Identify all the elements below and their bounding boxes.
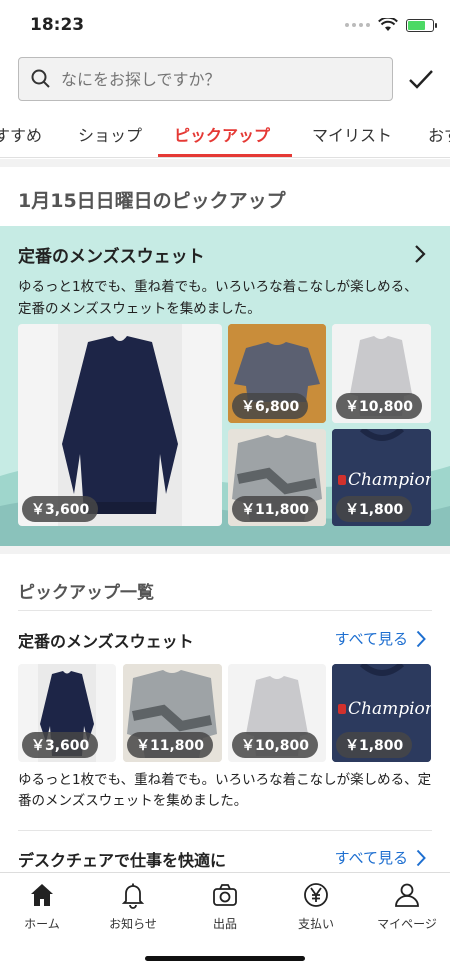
person-icon <box>395 883 419 907</box>
featured-pickup-card[interactable]: 定番のメンズスウェット ゆるっと1枚でも、重ね着でも。いろいろな着こなしが楽しめ… <box>0 226 450 546</box>
section-title: デスクチェアで仕事を快適に <box>18 851 227 870</box>
chevron-right-icon <box>416 630 426 647</box>
price-badge: ￥10,800 <box>232 732 319 758</box>
product-tile[interactable]: Champion ￥1,800 <box>332 429 431 526</box>
svg-text:Champion: Champion <box>348 470 431 490</box>
pickup-list-heading: ピックアップ一覧 <box>18 583 154 603</box>
search-input[interactable] <box>61 69 361 89</box>
tab-more[interactable]: おす <box>428 122 450 146</box>
product-tile[interactable]: Champion ￥1,800 <box>332 664 431 762</box>
wifi-icon <box>378 18 398 31</box>
search-icon <box>31 69 50 88</box>
status-bar: 18:23 <box>0 0 450 48</box>
price-badge: ￥1,800 <box>336 496 413 522</box>
price-badge: ￥3,600 <box>22 732 99 758</box>
product-tile[interactable]: ￥3,600 <box>18 324 222 526</box>
product-tile[interactable]: ￥3,600 <box>18 664 116 762</box>
tab-pickup[interactable]: ピックアップ <box>174 122 270 146</box>
tab-shop[interactable]: ショップ <box>78 122 142 146</box>
product-tile[interactable]: ￥6,800 <box>228 324 326 423</box>
see-all-link[interactable]: すべて見る <box>335 628 426 649</box>
search-bar[interactable] <box>18 57 393 101</box>
price-badge: ￥1,800 <box>336 732 413 758</box>
product-tile[interactable]: ￥11,800 <box>123 664 222 762</box>
price-badge: ￥3,600 <box>22 496 99 522</box>
price-badge: ￥10,800 <box>336 393 423 419</box>
home-indicator <box>145 956 305 961</box>
section-description: ゆるっと1枚でも、重ね着でも。いろいろな着こなしが楽しめる、定番のメンズスウェッ… <box>18 772 432 809</box>
nav-sell[interactable]: 出品 <box>180 881 270 932</box>
tab-recommended[interactable]: すすめ <box>0 122 42 146</box>
yen-icon <box>304 883 328 907</box>
tab-mylist[interactable]: マイリスト <box>312 122 392 146</box>
price-badge: ￥6,800 <box>232 393 309 419</box>
product-tile[interactable]: ￥11,800 <box>228 429 326 526</box>
feature-title: 定番のメンズスウェット <box>18 247 205 267</box>
feature-description: ゆるっと1枚でも、重ね着でも。いろいろな着こなしが楽しめる、定番のメンズスウェッ… <box>18 279 418 317</box>
tab-bar: すすめ ショップ ピックアップ マイリスト おす <box>0 112 450 158</box>
nav-mypage[interactable]: マイページ <box>362 881 450 932</box>
status-time: 18:23 <box>30 15 85 35</box>
chevron-right-icon[interactable] <box>414 244 426 264</box>
svg-text:Champion: Champion <box>348 699 431 719</box>
bell-icon <box>121 883 145 909</box>
product-tile[interactable]: ￥10,800 <box>332 324 431 423</box>
price-badge: ￥11,800 <box>127 732 214 758</box>
signal-icon <box>345 23 370 27</box>
nav-payment[interactable]: 支払い <box>271 881 361 932</box>
see-all-link[interactable]: すべて見る <box>335 847 426 868</box>
pickup-date-heading: 1月15日日曜日のピックアップ <box>18 190 286 212</box>
camera-icon <box>213 884 237 906</box>
checklist-icon[interactable] <box>408 68 434 90</box>
price-badge: ￥11,800 <box>232 496 319 522</box>
battery-icon <box>406 18 437 32</box>
product-tile[interactable]: ￥10,800 <box>228 664 326 762</box>
home-icon <box>31 884 53 906</box>
chevron-right-icon <box>416 849 426 866</box>
nav-notifications[interactable]: お知らせ <box>88 881 178 932</box>
tab-active-indicator <box>158 154 292 157</box>
nav-home[interactable]: ホーム <box>0 881 87 932</box>
section-title: 定番のメンズスウェット <box>18 632 194 651</box>
